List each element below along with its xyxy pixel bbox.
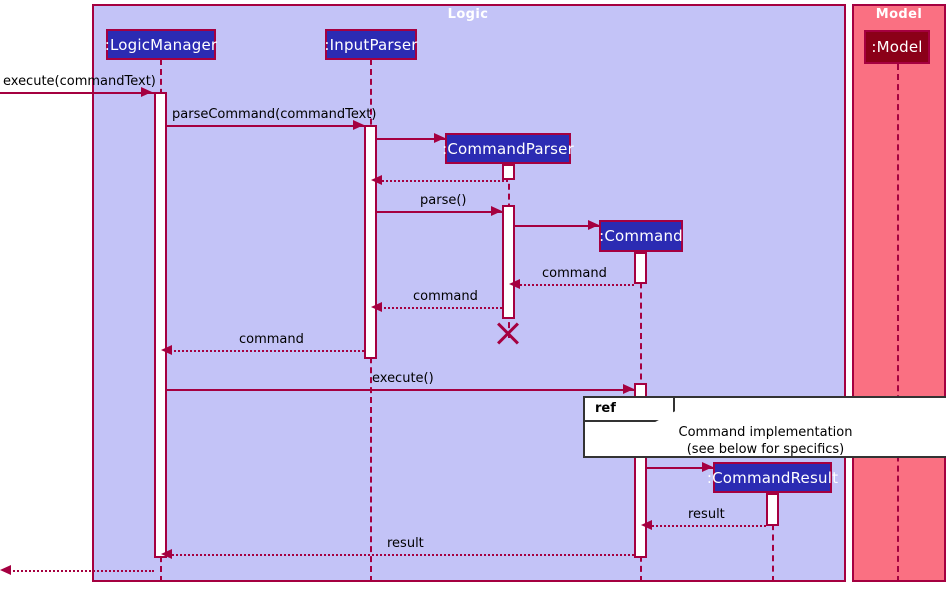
destroy-x-icon-command-parser (494, 318, 522, 346)
arrow-head-create-command (588, 220, 599, 230)
message-line-create-command (515, 225, 599, 227)
ref-fragment-operator: ref (595, 401, 616, 416)
arrow-head-return-external (0, 565, 11, 575)
activation-logic-manager (154, 92, 167, 558)
message-line-command-return-2 (377, 307, 502, 309)
participant-command-result[interactable]: :CommandResult (707, 462, 838, 493)
message-label-execute: execute() (372, 371, 434, 386)
participant-command-parser[interactable]: :CommandParser (442, 133, 574, 164)
message-label-parse-command: parseCommand(commandText) (172, 107, 377, 122)
lifeline-model (897, 64, 899, 582)
message-line-execute-command-text (0, 92, 154, 94)
arrow-head-command-return-2 (371, 302, 382, 312)
participant-label-command: :Command (599, 227, 683, 245)
group-frame-model (852, 4, 946, 582)
activation-command-result (766, 493, 779, 526)
message-label-execute-command-text: execute(commandText) (3, 74, 156, 89)
arrow-head-execute (623, 384, 634, 394)
message-label-command-return-2: command (413, 289, 478, 304)
participant-label-input-parser: :InputParser (324, 35, 418, 54)
message-line-result-return-2 (167, 554, 634, 556)
activation-command-parser-create (502, 164, 515, 180)
ref-fragment-command-implementation: ref Command implementation (see below fo… (583, 396, 946, 458)
arrow-head-create-command-parser (434, 133, 445, 143)
participant-label-model: :Model (871, 38, 923, 56)
arrow-head-result-return-2 (161, 549, 172, 559)
arrow-head-parse (491, 206, 502, 216)
participant-label-logic-manager: :LogicManager (104, 35, 218, 54)
group-title-model: Model (875, 7, 923, 22)
message-line-result-return-1 (647, 525, 766, 527)
arrow-head-create-command-result (702, 462, 713, 472)
arrow-head-result-return-1 (641, 520, 652, 530)
participant-label-command-parser: :CommandParser (442, 139, 574, 158)
participant-label-command-result: :CommandResult (706, 468, 839, 487)
message-line-return-command-parser (377, 180, 508, 182)
activation-input-parser (364, 125, 377, 359)
activation-command-create (634, 252, 647, 284)
participant-input-parser[interactable]: :InputParser (324, 29, 418, 60)
message-line-command-return-3 (167, 350, 364, 352)
message-label-result-return-2: result (387, 536, 424, 551)
sequence-diagram-canvas: Logic Model :LogicManager :InputParser :… (0, 0, 946, 594)
ref-fragment-line-1: Command implementation (678, 425, 853, 440)
arrow-head-command-return-3 (161, 345, 172, 355)
message-line-parse (377, 211, 502, 213)
message-label-parse: parse() (420, 193, 467, 208)
arrow-head-return-command-parser (371, 175, 382, 185)
participant-command[interactable]: :Command (599, 220, 683, 252)
arrow-head-command-return-1 (509, 279, 520, 289)
message-label-result-return-1: result (688, 507, 725, 522)
message-line-command-return-1 (515, 284, 634, 286)
message-line-return-external (6, 570, 154, 572)
participant-model[interactable]: :Model (864, 30, 930, 64)
ref-fragment-line-2: (see below for specifics) (686, 442, 845, 457)
message-label-command-return-1: command (542, 266, 607, 281)
participant-logic-manager[interactable]: :LogicManager (104, 29, 218, 60)
group-title-logic: Logic (447, 7, 489, 22)
message-label-command-return-3: command (239, 332, 304, 347)
activation-command-parser-parse (502, 205, 515, 319)
message-line-parse-command (167, 125, 364, 127)
ref-fragment-body: Command implementation (see below for sp… (585, 424, 946, 458)
message-line-execute (167, 389, 634, 391)
